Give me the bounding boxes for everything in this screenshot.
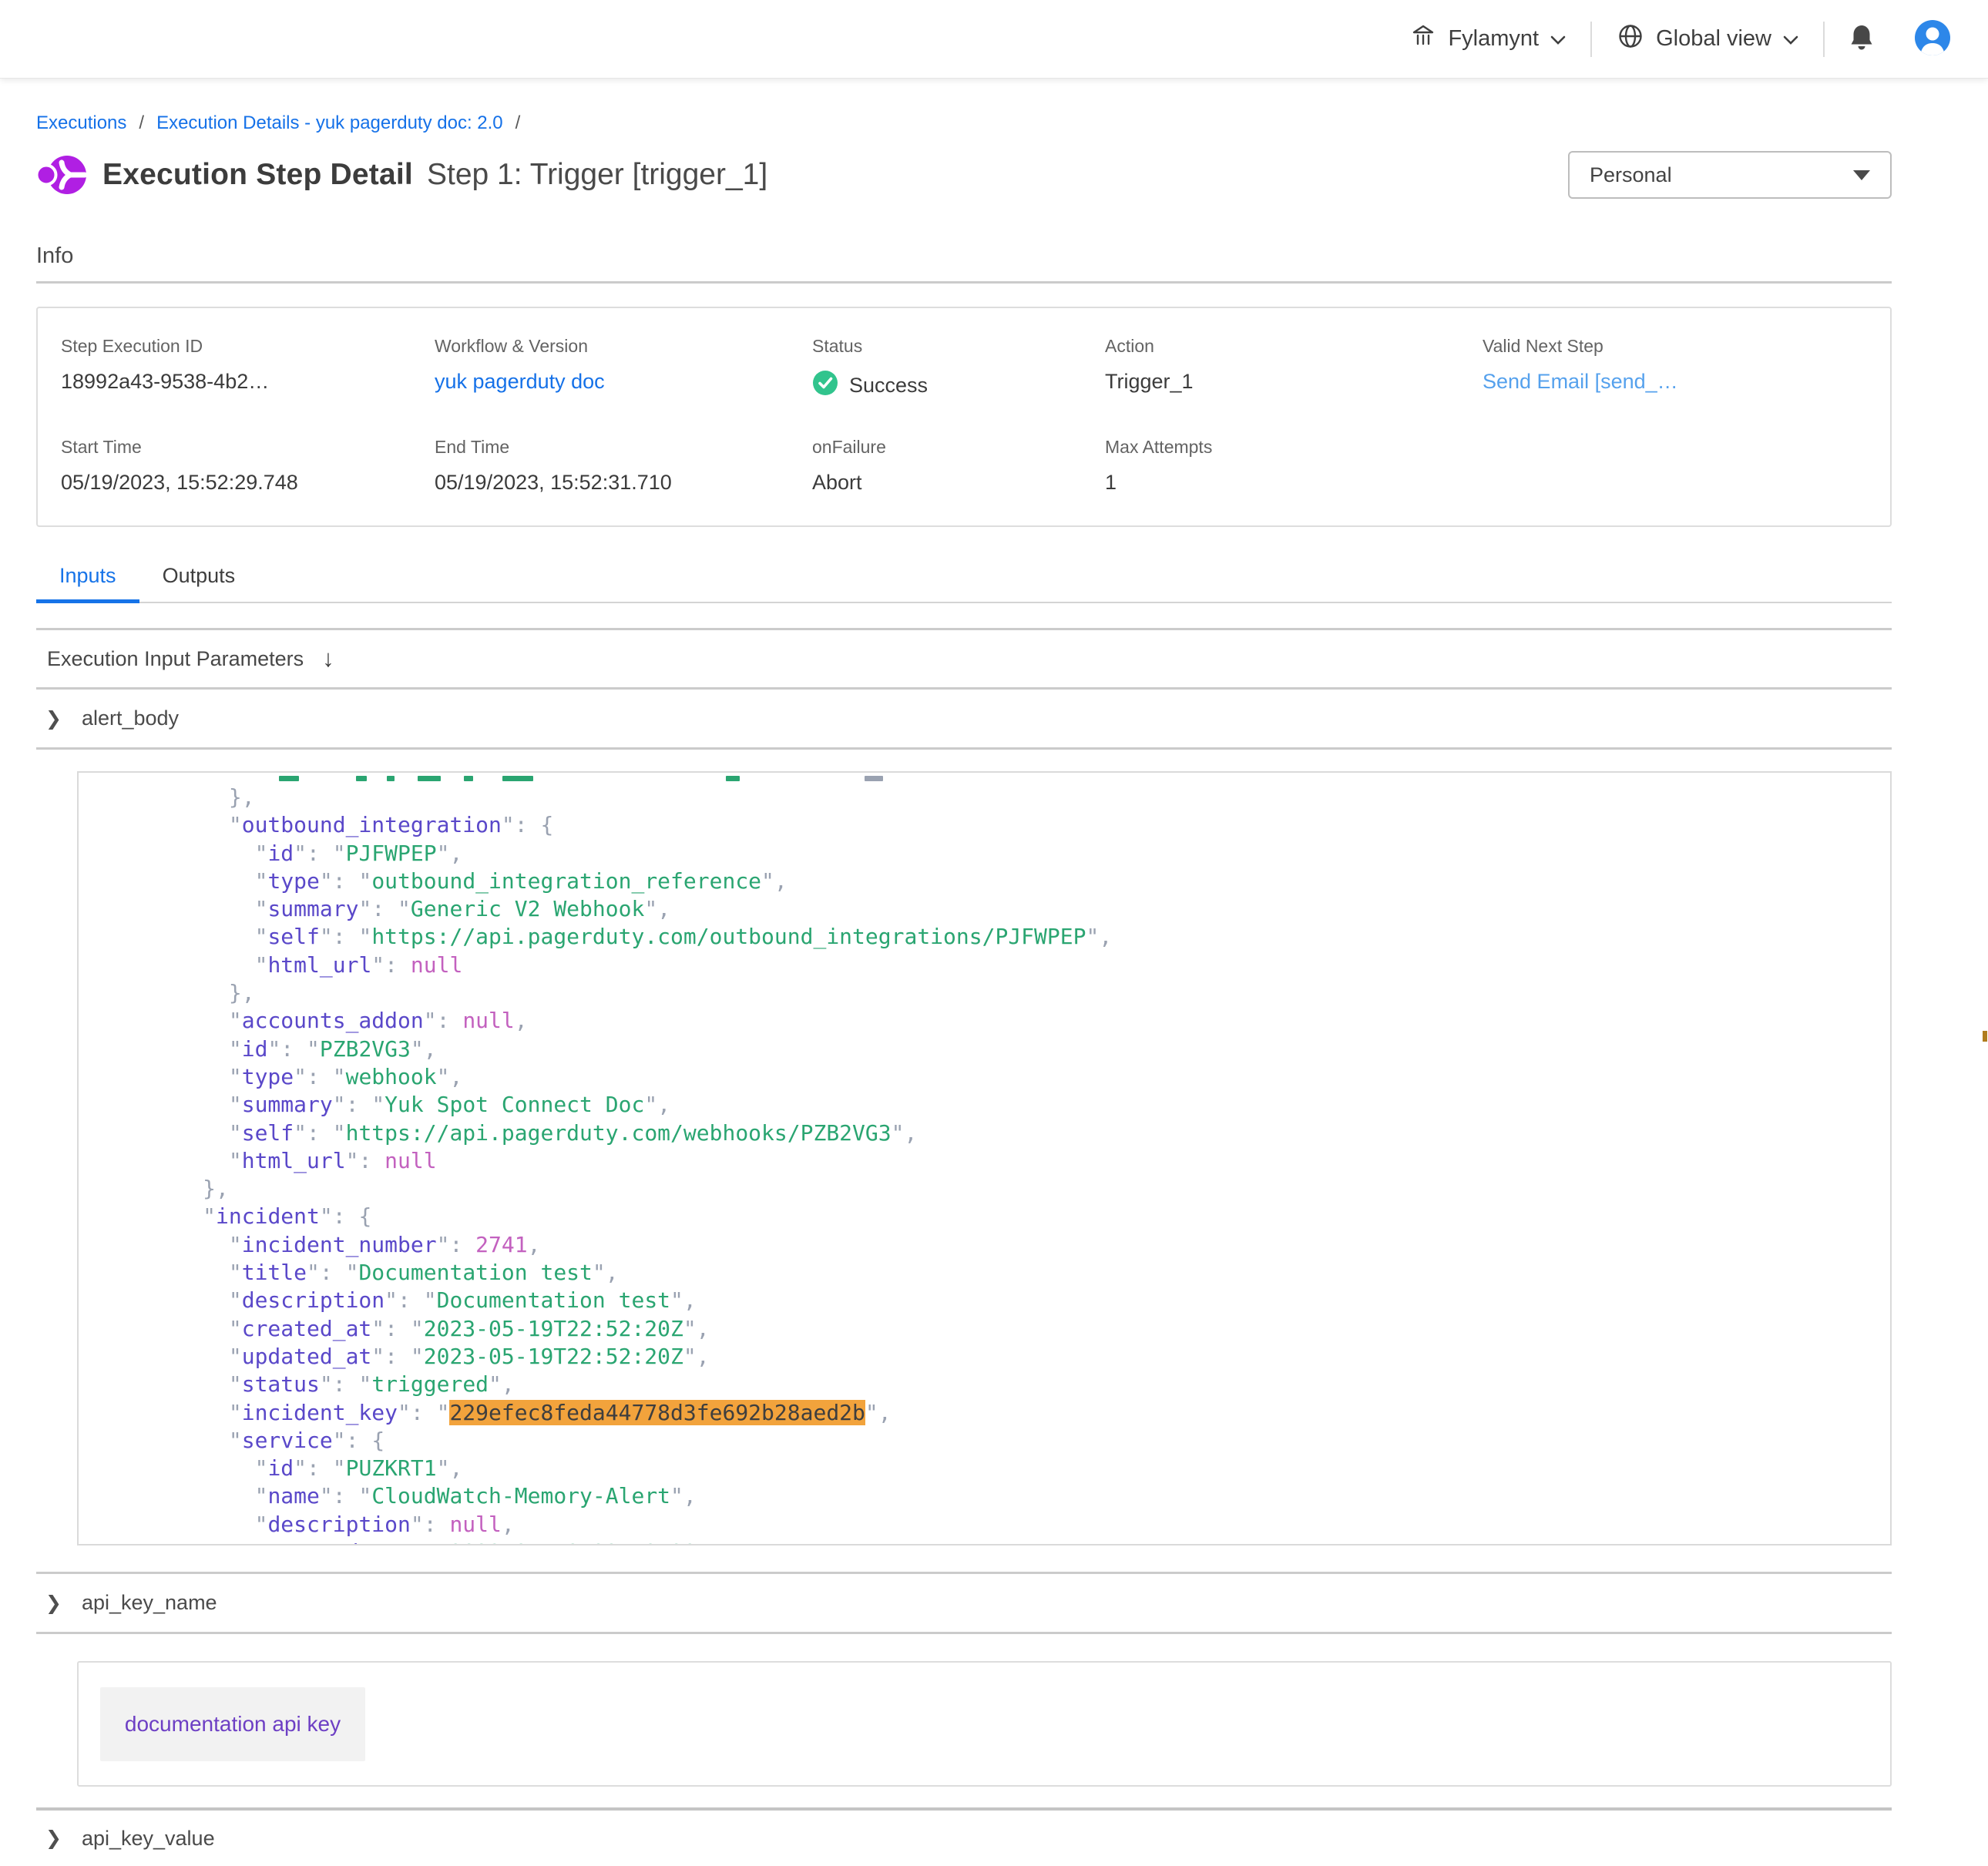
info-card: Step Execution ID 18992a43-9538-4b2… Wor… xyxy=(36,307,1892,527)
chevron-right-icon: ❯ xyxy=(45,1592,62,1615)
title-row: Execution Step Detail Step 1: Trigger [t… xyxy=(36,151,1892,199)
field-action: Action Trigger_1 xyxy=(1105,336,1483,401)
workflow-logo-icon xyxy=(36,152,89,198)
field-workflow-version: Workflow & Version yuk pagerduty doc xyxy=(435,336,812,401)
field-valid-next-step: Valid Next Step Send Email [send_… xyxy=(1483,336,1867,401)
breadcrumb: Executions / Execution Details - yuk pag… xyxy=(36,112,1892,134)
tab-outputs[interactable]: Outputs xyxy=(139,564,259,602)
field-end-time: End Time 05/19/2023, 15:52:31.710 xyxy=(435,437,812,495)
page-subtitle: Step 1: Trigger [trigger_1] xyxy=(427,158,767,192)
download-icon[interactable]: ↓ xyxy=(322,645,334,673)
top-bar: Fylamynt Global view xyxy=(0,0,1988,79)
visibility-select-value: Personal xyxy=(1590,163,1672,187)
tabs: Inputs Outputs xyxy=(36,564,1892,603)
params-header-label: Execution Input Parameters xyxy=(47,647,304,671)
api-key-name-chip: documentation api key xyxy=(100,1687,365,1761)
field-step-execution-id: Step Execution ID 18992a43-9538-4b2… xyxy=(61,336,435,401)
main-content: Executions / Execution Details - yuk pag… xyxy=(0,112,1988,1866)
param-row-api-key-name[interactable]: ❯ api_key_name xyxy=(36,1574,1892,1632)
execution-input-parameters-header: Execution Input Parameters ↓ xyxy=(36,630,1892,687)
section-divider xyxy=(36,281,1892,284)
next-step-link[interactable]: Send Email [send_… xyxy=(1483,370,1678,393)
bell-icon xyxy=(1849,24,1874,52)
field-status: Status Success xyxy=(812,336,1105,401)
row-divider xyxy=(36,747,1892,750)
clipped-code-line xyxy=(125,776,1890,782)
notifications-button[interactable] xyxy=(1849,24,1874,54)
breadcrumb-separator: / xyxy=(139,112,144,134)
param-name: api_key_name xyxy=(82,1591,217,1615)
breadcrumb-executions[interactable]: Executions xyxy=(36,112,126,134)
page-title: Execution Step Detail xyxy=(102,158,413,192)
param-name: alert_body xyxy=(82,706,179,730)
api-key-name-card: documentation api key xyxy=(77,1661,1892,1787)
scrollbar-highlight-marker[interactable] xyxy=(1983,1031,1987,1042)
dropdown-arrow-icon xyxy=(1853,170,1870,180)
chevron-down-icon xyxy=(1550,26,1566,52)
field-max-attempts: Max Attempts 1 xyxy=(1105,437,1483,495)
success-check-icon xyxy=(812,370,838,401)
topbar-divider xyxy=(1590,22,1592,57)
tab-inputs[interactable]: Inputs xyxy=(36,564,139,602)
organization-icon xyxy=(1410,23,1436,55)
visibility-select[interactable]: Personal xyxy=(1568,151,1892,199)
param-row-alert-body[interactable]: ❯ alert_body xyxy=(36,690,1892,747)
workflow-link[interactable]: yuk pagerduty doc xyxy=(435,370,605,393)
breadcrumb-separator: / xyxy=(515,112,521,134)
param-name: api_key_value xyxy=(82,1827,215,1851)
user-avatar-icon xyxy=(1914,19,1951,56)
org-name: Fylamynt xyxy=(1448,26,1539,52)
org-switcher[interactable]: Fylamynt xyxy=(1410,23,1566,55)
breadcrumb-execution-details[interactable]: Execution Details - yuk pagerduty doc: 2… xyxy=(156,112,503,134)
scope-name: Global view xyxy=(1656,26,1771,52)
json-viewer[interactable]: }, "outbound_integration": { "id": "PJFW… xyxy=(77,771,1892,1545)
avatar[interactable] xyxy=(1914,19,1951,59)
field-start-time: Start Time 05/19/2023, 15:52:29.748 xyxy=(61,437,435,495)
chevron-right-icon: ❯ xyxy=(45,1827,62,1850)
topbar-divider xyxy=(1823,22,1825,57)
status-text: Success xyxy=(849,374,928,398)
view-scope-switcher[interactable]: Global view xyxy=(1617,22,1798,56)
param-row-api-key-value[interactable]: ❯ api_key_value xyxy=(36,1811,1892,1866)
field-onfailure: onFailure Abort xyxy=(812,437,1105,495)
globe-icon xyxy=(1617,22,1644,56)
row-divider xyxy=(36,1632,1892,1634)
json-code: }, "outbound_integration": { "id": "PJFW… xyxy=(125,784,1890,1545)
chevron-right-icon: ❯ xyxy=(45,707,62,730)
info-section-label: Info xyxy=(36,243,1892,269)
chevron-down-icon xyxy=(1783,26,1798,52)
